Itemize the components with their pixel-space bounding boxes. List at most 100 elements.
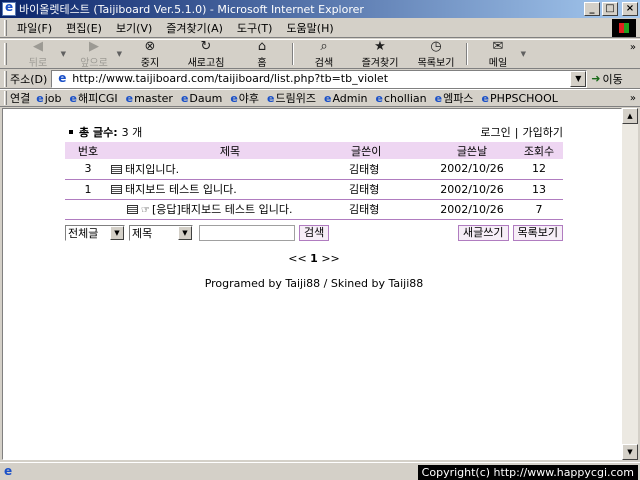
ie-app-icon[interactable] xyxy=(2,0,16,16)
post-table: 번호 제목 글쓴이 글쓴날 조회수 3 태지입니다. 김태형 2002/10/2… xyxy=(65,142,563,220)
linksbar-grip[interactable] xyxy=(4,91,7,105)
document-icon xyxy=(111,185,122,194)
favorites-label: 즐겨찾기 xyxy=(361,57,399,69)
row-title-cell: 태지입니다. xyxy=(111,159,349,180)
row-hits: 7 xyxy=(515,199,563,220)
board-actions: 새글쓰기 목록보기 xyxy=(458,224,563,241)
post-title-link[interactable]: 태지보드 테스트 입니다. xyxy=(181,203,293,216)
menu-favorites[interactable]: 즐겨찾기(A) xyxy=(159,20,230,36)
post-title-link[interactable]: 태지보드 테스트 입니다. xyxy=(125,183,237,196)
search-range-select[interactable]: 전체글 ▼ xyxy=(65,224,125,241)
minimize-button[interactable]: _ xyxy=(584,2,600,16)
link-happycgi[interactable]: e 해피CGI xyxy=(70,90,118,106)
list-button[interactable]: 목록보기 xyxy=(512,224,563,241)
back-button[interactable]: ◀ 뒤로 ▼ xyxy=(10,38,66,69)
mail-label: 메일 xyxy=(488,57,508,69)
pager-current[interactable]: 1 xyxy=(310,252,318,265)
row-date: 2002/10/26 xyxy=(429,179,515,200)
pager-prev[interactable]: << xyxy=(288,252,306,265)
post-title-link[interactable]: 태지입니다. xyxy=(125,163,179,176)
status-bar: e Copyright(c) http://www.happycgi.com xyxy=(0,462,640,480)
write-button[interactable]: 새글쓰기 xyxy=(458,224,509,241)
menubar-grip[interactable] xyxy=(4,19,7,36)
menu-help[interactable]: 도움말(H) xyxy=(279,20,340,36)
join-link[interactable]: 가입하기 xyxy=(523,126,563,139)
search-input[interactable] xyxy=(199,224,295,241)
mail-dropdown-icon[interactable]: ▼ xyxy=(521,50,526,58)
address-field[interactable]: e http://www.taijiboard.com/taijiboard/l… xyxy=(51,69,588,88)
total-count: 총 글수: 3 개 xyxy=(65,124,142,140)
row-num: 3 xyxy=(65,159,111,180)
refresh-icon: ↻ xyxy=(200,38,212,54)
link-empas[interactable]: e 엠파스 xyxy=(435,90,474,106)
search-button[interactable]: ⌕ 검색 xyxy=(296,38,352,69)
search-icon: ⌕ xyxy=(320,38,328,54)
pager-next[interactable]: >> xyxy=(321,252,339,265)
header-title: 제목 xyxy=(111,142,349,159)
address-url[interactable]: http://www.taijiboard.com/taijiboard/lis… xyxy=(72,72,570,85)
page-icon: e xyxy=(58,70,67,85)
chevron-down-icon[interactable]: ▼ xyxy=(110,225,124,240)
scroll-up-icon[interactable]: ▲ xyxy=(622,108,638,124)
vertical-scrollbar[interactable]: ▲ ▼ xyxy=(622,108,638,460)
row-author[interactable]: 김태형 xyxy=(349,179,429,200)
search-field-select[interactable]: 제목 ▼ xyxy=(129,224,193,241)
link-page-icon: e xyxy=(481,91,489,105)
menu-bar: 파일(F) 편집(E) 보기(V) 즐겨찾기(A) 도구(T) 도움말(H) xyxy=(0,18,640,38)
addressbar-grip[interactable] xyxy=(4,70,7,87)
forward-button[interactable]: ▶ 앞으로 ▼ xyxy=(66,38,122,69)
history-button[interactable]: ◷ 목록보기 xyxy=(408,39,464,69)
link-page-icon: e xyxy=(267,91,275,105)
menu-tools[interactable]: 도구(T) xyxy=(230,20,280,36)
table-row: 3 태지입니다. 김태형 2002/10/26 12 xyxy=(65,159,563,180)
link-job[interactable]: e job xyxy=(36,92,61,105)
windows-logo-icon xyxy=(612,18,636,37)
menu-view[interactable]: 보기(V) xyxy=(109,20,159,36)
link-page-icon: e xyxy=(375,91,383,105)
stop-button[interactable]: ⊗ 중지 xyxy=(122,38,178,69)
refresh-button[interactable]: ↻ 새로고침 xyxy=(178,38,234,69)
link-yahoo[interactable]: e 야후 xyxy=(230,90,259,106)
link-chollian[interactable]: e chollian xyxy=(376,92,427,105)
user-links: 로그인 | 가입하기 xyxy=(480,124,563,140)
scroll-down-icon[interactable]: ▼ xyxy=(622,444,638,460)
forward-arrow-icon: ▶ xyxy=(89,38,99,54)
table-header-row: 번호 제목 글쓴이 글쓴날 조회수 xyxy=(65,142,563,159)
back-arrow-icon: ◀ xyxy=(33,38,43,54)
link-admin[interactable]: e Admin xyxy=(324,92,368,105)
link-dreamwiz[interactable]: e 드림위즈 xyxy=(267,90,316,106)
menu-edit[interactable]: 편집(E) xyxy=(59,20,109,36)
status-page-icon: e xyxy=(4,463,13,478)
toolbar-grip[interactable] xyxy=(4,43,7,65)
row-num: 1 xyxy=(65,179,111,200)
mail-icon: ✉ xyxy=(492,38,504,54)
toolbar-more-chevron[interactable]: » xyxy=(626,40,640,68)
row-author[interactable]: 김태형 xyxy=(349,159,429,180)
link-master[interactable]: e master xyxy=(126,92,173,105)
search-controls: 전체글 ▼ 제목 ▼ 검색 새글쓰기 목록보기 xyxy=(65,224,563,242)
link-phpschool[interactable]: e PHPSCHOOL xyxy=(481,92,557,105)
window-titlebar[interactable]: 바이올렛테스트 (Taijiboard Ver.5.1.0) - Microso… xyxy=(0,0,640,18)
address-dropdown-icon[interactable]: ▼ xyxy=(570,70,587,87)
link-daum[interactable]: e Daum xyxy=(181,92,222,105)
search-submit-button[interactable]: 검색 xyxy=(299,224,330,241)
home-icon: ⌂ xyxy=(257,38,267,54)
close-button[interactable]: × xyxy=(622,2,638,16)
footer-credit: Programed by Taiji88 / Skined by Taiji88 xyxy=(204,276,424,290)
table-row: 1 태지보드 테스트 입니다. 김태형 2002/10/26 13 xyxy=(65,179,563,200)
login-link[interactable]: 로그인 xyxy=(480,126,510,139)
stop-icon: ⊗ xyxy=(144,38,156,54)
links-more-chevron[interactable]: » xyxy=(626,93,640,104)
row-author[interactable]: 김태형 xyxy=(349,199,429,220)
favorites-icon: ★ xyxy=(374,38,386,54)
menu-file[interactable]: 파일(F) xyxy=(10,20,59,36)
chevron-down-icon[interactable]: ▼ xyxy=(178,225,192,240)
favorites-button[interactable]: ★ 즐겨찾기 xyxy=(352,38,408,69)
row-title-cell: ☞ [응답]태지보드 테스트 입니다. xyxy=(111,199,349,220)
home-button[interactable]: ⌂ 홈 xyxy=(234,38,290,69)
address-label: 주소(D) xyxy=(10,72,48,86)
maximize-button[interactable]: □ xyxy=(602,2,618,16)
link-page-icon: e xyxy=(180,91,189,105)
go-button[interactable]: ➜ 이동 xyxy=(591,71,622,87)
mail-button[interactable]: ✉ 메일 ▼ xyxy=(470,38,526,69)
